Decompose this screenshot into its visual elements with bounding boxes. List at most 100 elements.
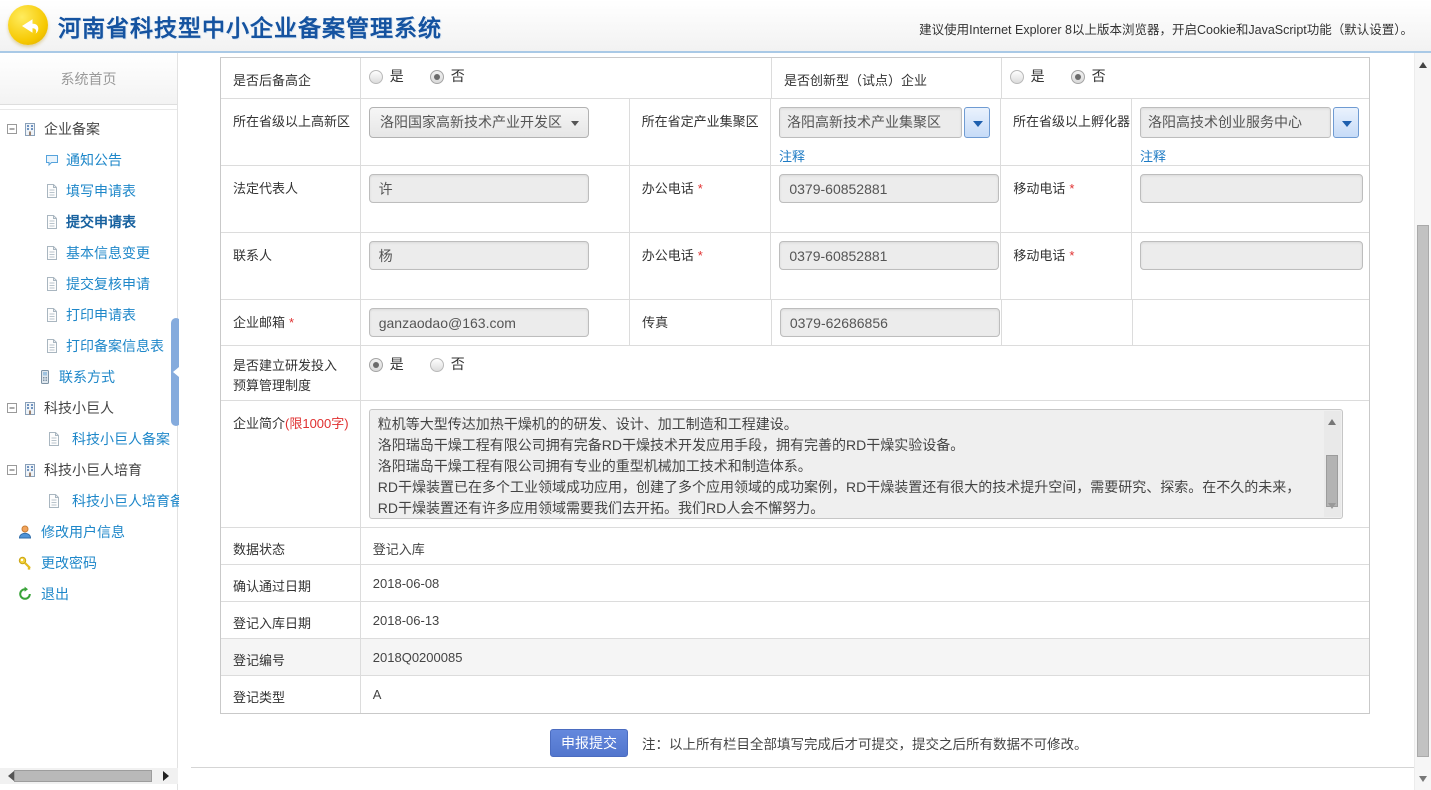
fax-label: 传真 (642, 315, 668, 330)
sidebar-item-label: 修改用户信息 (41, 522, 125, 542)
required-mark: * (1069, 181, 1074, 196)
contact-office-phone-input[interactable] (779, 241, 999, 270)
sidebar-group-enterprise-record[interactable]: 企业备案 (0, 113, 177, 144)
fax-input[interactable] (780, 308, 1000, 337)
page-vertical-scrollbar[interactable] (1414, 53, 1431, 790)
required-mark: * (698, 248, 703, 263)
rd-budget-yes-label: 是 (390, 356, 404, 372)
sidebar-group-tech-giant[interactable]: 科技小巨人 (0, 392, 177, 423)
logout-icon (17, 586, 33, 602)
collapse-minus-icon[interactable] (4, 400, 20, 416)
scroll-right-arrow[interactable] (163, 771, 174, 781)
sidebar-item-label: 打印备案信息表 (66, 336, 164, 356)
scroll-up-arrow[interactable] (1328, 415, 1336, 425)
confirm-date-label: 确认通过日期 (233, 579, 311, 594)
required-mark: * (1069, 248, 1074, 263)
row-reserve-hitech: 是否后备高企 是否 是否创新型（试点）企业 是否 (221, 58, 1369, 99)
data-status-label: 数据状态 (233, 542, 285, 557)
legal-mobile-label: 移动电话 (1013, 181, 1065, 196)
cluster-value[interactable]: 洛阳高新技术产业集聚区 (779, 107, 962, 138)
textarea-scrollbar[interactable] (1324, 411, 1341, 517)
collapse-minus-icon[interactable] (4, 121, 20, 137)
incubator-note-link[interactable]: 注释 (1140, 146, 1166, 165)
sidebar-item-change-password[interactable]: 更改密码 (0, 547, 177, 578)
sidebar-home[interactable]: 系统首页 (0, 53, 177, 105)
reserve-hitech-no-radio[interactable] (430, 70, 444, 84)
sidebar-group-tech-giant-cultivation[interactable]: 科技小巨人培育 (0, 454, 177, 485)
row-rd-budget: 是否建立研发投入预算管理制度 是 否 (221, 346, 1369, 401)
sidebar-item-submit-application[interactable]: 提交申请表 (0, 206, 177, 237)
legal-rep-input[interactable] (369, 174, 589, 203)
contact-mobile-input[interactable] (1140, 241, 1363, 270)
company-profile-textarea[interactable]: 粒机等大型传达加热干燥机的的研发、设计、加工制造和工程建设。 洛阳瑞岛干燥工程有… (369, 409, 1343, 519)
contact-mobile-label: 移动电话 (1013, 248, 1065, 263)
sidebar-item-tech-giant-cultivation-record[interactable]: 科技小巨人培育备案 (0, 485, 177, 516)
reserve-hitech-yes-radio[interactable] (369, 70, 383, 84)
email-input[interactable] (369, 308, 589, 337)
sidebar-item-logout[interactable]: 退出 (0, 578, 177, 609)
scroll-down-arrow[interactable] (1419, 776, 1427, 786)
sidebar-item-print-record-info[interactable]: 打印备案信息表 (0, 330, 177, 361)
cluster-note-link[interactable]: 注释 (779, 146, 805, 165)
row-register-date: 登记入库日期 2018-06-13 (221, 602, 1369, 639)
sidebar-item-submit-review[interactable]: 提交复核申请 (0, 268, 177, 299)
building-icon (22, 462, 38, 478)
sidebar-item-print-application[interactable]: 打印申请表 (0, 299, 177, 330)
sidebar-item-notices[interactable]: 通知公告 (0, 144, 177, 175)
sidebar-item-tech-giant-record[interactable]: 科技小巨人备案 (0, 423, 177, 454)
rd-budget-no-label: 否 (451, 356, 465, 372)
scroll-left-arrow[interactable] (3, 771, 14, 781)
sidebar-item-fill-application[interactable]: 填写申请表 (0, 175, 177, 206)
innovative-no-label: 否 (1092, 68, 1106, 84)
innovative-yes-label: 是 (1031, 68, 1045, 84)
rd-budget-no-radio[interactable] (430, 358, 444, 372)
scroll-up-arrow[interactable] (1419, 58, 1427, 68)
rd-budget-label: 是否建立研发投入预算管理制度 (233, 358, 337, 393)
page-title: 河南省科技型中小企业备案管理系统 (58, 9, 442, 43)
row-confirm-date: 确认通过日期 2018-06-08 (221, 565, 1369, 602)
collapse-minus-icon[interactable] (4, 462, 20, 478)
sidebar-item-label: 科技小巨人备案 (72, 429, 170, 449)
innovative-no-radio[interactable] (1071, 70, 1085, 84)
sidebar-item-basic-info-change[interactable]: 基本信息变更 (0, 237, 177, 268)
incubator-select[interactable]: 洛阳高技术创业服务中心 (1140, 107, 1359, 138)
required-mark: * (289, 315, 294, 330)
legal-mobile-input[interactable] (1140, 174, 1363, 203)
document-icon (44, 307, 60, 323)
sidebar-item-edit-user-info[interactable]: 修改用户信息 (0, 516, 177, 547)
sidebar-item-label: 科技小巨人 (44, 398, 114, 418)
hitech-zone-select[interactable]: 洛阳国家高新技术产业开发区 (369, 107, 589, 138)
hitech-zone-value: 洛阳国家高新技术产业开发区 (380, 114, 562, 130)
submit-button[interactable]: 申报提交 (550, 729, 628, 757)
cluster-dropdown-button[interactable] (964, 107, 990, 138)
scrollbar-thumb[interactable] (1326, 455, 1338, 507)
profile-label: 企业简介 (233, 416, 285, 431)
reserve-hitech-yes-label: 是 (390, 68, 404, 84)
rd-budget-yes-radio[interactable] (369, 358, 383, 372)
scrollbar-thumb[interactable] (14, 770, 152, 782)
sidebar-item-label: 通知公告 (66, 150, 122, 170)
app-logo-icon (8, 5, 48, 45)
user-icon (17, 524, 33, 540)
sidebar-item-label: 科技小巨人培育 (44, 460, 142, 480)
key-icon (17, 555, 33, 571)
cluster-label: 所在省定产业集聚区 (642, 114, 759, 129)
phone-icon (37, 369, 53, 385)
data-status-value: 登记入库 (373, 542, 425, 557)
legal-rep-label: 法定代表人 (233, 181, 298, 196)
legal-office-phone-input[interactable] (779, 174, 999, 203)
innovative-yes-radio[interactable] (1010, 70, 1024, 84)
sidebar-horizontal-scrollbar[interactable] (0, 768, 178, 784)
incubator-value[interactable]: 洛阳高技术创业服务中心 (1140, 107, 1331, 138)
row-email-fax: 企业邮箱* 传真 (221, 300, 1369, 346)
sidebar: 系统首页 企业备案 通知公告 填写申请表 提交申请表 基本信息变更 提交复核申请 (0, 53, 178, 790)
legal-office-phone-label: 办公电话 (642, 181, 694, 196)
incubator-dropdown-button[interactable] (1333, 107, 1359, 138)
cluster-select[interactable]: 洛阳高新技术产业集聚区 (779, 107, 990, 138)
sidebar-item-contact-info[interactable]: 联系方式 (0, 361, 177, 392)
document-icon (46, 431, 62, 447)
scroll-down-arrow[interactable] (1328, 503, 1336, 513)
scrollbar-thumb[interactable] (1417, 225, 1429, 757)
document-icon (44, 214, 60, 230)
contact-input[interactable] (369, 241, 589, 270)
